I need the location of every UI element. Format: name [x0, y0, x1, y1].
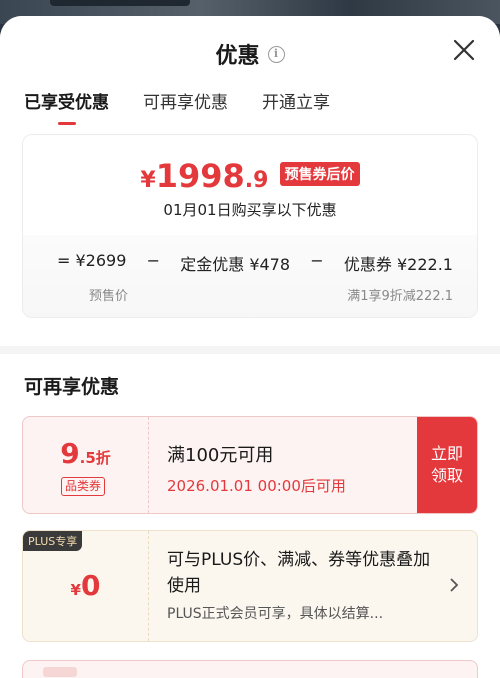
coupon-discount-term: 优惠券 ¥222.1: [343, 255, 453, 274]
price-formula: = ¥2699 − 定金优惠 ¥478 − 优惠券 ¥222.1: [57, 251, 453, 275]
coupon-rule-label: 满1享9折减222.1: [347, 289, 453, 304]
tab-bar: 已享受优惠 可再享优惠 开通立享: [24, 88, 330, 125]
claim-label-line2: 领取: [430, 466, 463, 485]
coupon-valid-time: 2026.01.01 00:00后可用: [167, 477, 346, 495]
claim-coupon-button[interactable]: 立即 领取: [417, 417, 477, 513]
presale-price-badge: 预售券后价: [279, 162, 360, 186]
presale-price-term: = ¥2699: [57, 251, 127, 270]
price-integer: 1998: [155, 157, 245, 195]
next-offer-tag: [43, 667, 77, 677]
background-detail: [50, 0, 190, 6]
price-decimal: .9: [244, 168, 269, 193]
sheet-title: 优惠 i: [0, 38, 500, 70]
plus-offer-card[interactable]: PLUS专享 ¥0 可与PLUS价、满减、券等优惠叠加使用 PLUS正式会员可享…: [22, 530, 478, 642]
plus-exclusive-tag: PLUS专享: [23, 531, 83, 551]
currency-symbol: ¥: [140, 168, 156, 193]
coupon-discount: 9.5折: [23, 437, 148, 470]
final-price-line: ¥1998.9 预售券后价: [23, 157, 477, 195]
sheet-title-text: 优惠: [215, 44, 260, 69]
plus-price-value: 0: [80, 569, 101, 602]
tab-label: 开通立享: [262, 93, 330, 113]
info-icon[interactable]: i: [267, 45, 285, 63]
chevron-right-icon[interactable]: [449, 577, 459, 593]
minus-sign: −: [146, 251, 161, 270]
tab-enjoyed[interactable]: 已享受优惠: [24, 88, 109, 125]
category-coupon-card[interactable]: 9.5折 品类券 满100元可用 2026.01.01 00:00后可用 立即 …: [22, 416, 478, 514]
purchase-date-note: 01月01日购买享以下优惠: [163, 201, 337, 219]
coupon-details: 满100元可用 2026.01.01 00:00后可用: [167, 441, 346, 496]
tab-more-offers[interactable]: 可再享优惠: [143, 88, 228, 125]
coupon-category-tag: 品类券: [61, 477, 106, 496]
plus-details: 可与PLUS价、满减、券等优惠叠加使用 PLUS正式会员可享，具体以结算...: [167, 547, 437, 623]
price-breakdown: = ¥2699 − 定金优惠 ¥478 − 优惠券 ¥222.1 预售价 满1享…: [23, 235, 477, 317]
next-offer-card-partial[interactable]: [22, 660, 478, 678]
minus-sign: −: [310, 251, 324, 270]
tab-label: 可再享优惠: [143, 93, 228, 113]
plus-note: PLUS正式会员可享，具体以结算...: [167, 606, 384, 622]
discount-unit: .5折: [79, 449, 111, 467]
currency-symbol: ¥: [70, 581, 81, 599]
tab-label: 已享受优惠: [24, 93, 109, 113]
sheet-header: 优惠 i 已享受优惠 可再享优惠 开通立享 ¥1998.9 预售券后价 01月0…: [0, 16, 500, 346]
plus-value-panel: PLUS专享 ¥0: [23, 531, 149, 641]
more-offers-title: 可再享优惠: [24, 376, 120, 398]
plus-description: 可与PLUS价、满减、券等优惠叠加使用: [167, 550, 431, 596]
plus-price: ¥0: [23, 569, 148, 602]
final-price: ¥1998.9: [140, 157, 268, 195]
deposit-discount-term: 定金优惠 ¥478: [180, 255, 291, 274]
close-icon[interactable]: [452, 38, 476, 62]
presale-price-label: 预售价: [89, 289, 129, 304]
tab-active-indicator: [57, 122, 76, 125]
tab-activate[interactable]: 开通立享: [262, 88, 330, 125]
claim-label-line1: 立即: [430, 444, 463, 463]
discount-sheet: 优惠 i 已享受优惠 可再享优惠 开通立享 ¥1998.9 预售券后价 01月0…: [0, 16, 500, 678]
discount-number: 9: [60, 437, 80, 470]
price-summary-card: ¥1998.9 预售券后价 01月01日购买享以下优惠 = ¥2699 − 定金…: [22, 134, 478, 318]
price-summary-top: ¥1998.9 预售券后价 01月01日购买享以下优惠: [23, 135, 477, 235]
coupon-condition: 满100元可用: [167, 445, 274, 466]
coupon-value-panel: 9.5折 品类券: [23, 417, 149, 513]
